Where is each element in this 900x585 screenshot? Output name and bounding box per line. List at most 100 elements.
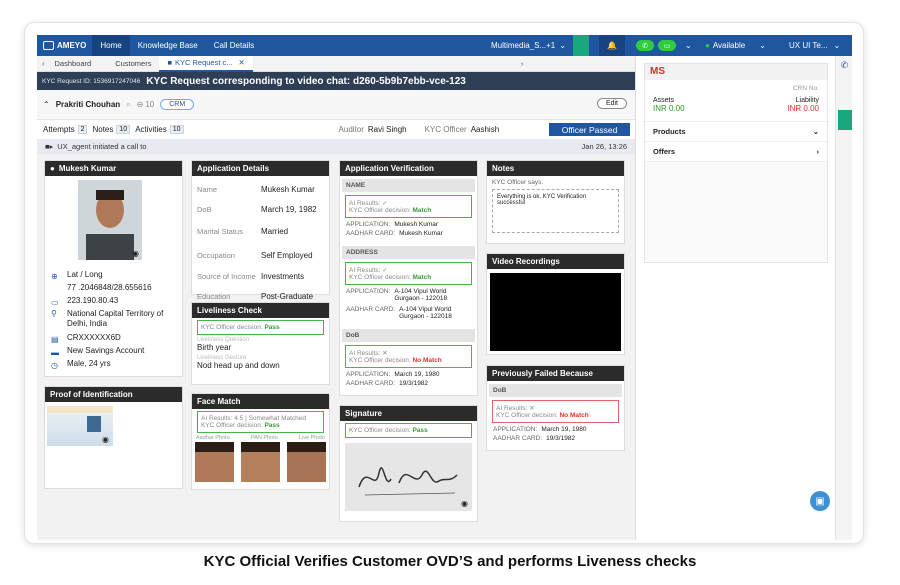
- failed-ai-result: AI Results: ✕: [496, 405, 535, 412]
- face-ai-result: AI Results: 4.5 | Somewhat Matched: [201, 415, 307, 422]
- document-icon: ▤: [51, 334, 59, 344]
- tab-back-icon[interactable]: ‹: [37, 59, 47, 68]
- aadhar-label: AADHAR CARD:: [493, 435, 543, 442]
- dob-result-box: AI Results: ✕ KYC Officer decision: No Ma…: [345, 345, 472, 368]
- chat-bubble-icon[interactable]: ▣: [810, 491, 830, 511]
- video-player[interactable]: [490, 273, 621, 351]
- officer-name: Aashish: [470, 125, 500, 134]
- crm-button[interactable]: CRM: [160, 99, 195, 110]
- aadhar-label: AADHAR CARD:: [346, 380, 396, 387]
- availability-label: Available: [712, 41, 746, 50]
- signature-card: Signature KYC Officer decision: Pass ◉: [339, 405, 478, 522]
- video-title: Video Recordings: [487, 254, 624, 269]
- chat-icon[interactable]: ▭: [658, 40, 676, 51]
- decision-value: Match: [412, 274, 432, 281]
- chevron-down-icon: ⌄: [812, 127, 819, 136]
- app-income-value: Investments: [261, 271, 305, 281]
- page-caption: KYC Official Verifies Customer OVD’S and…: [203, 553, 697, 570]
- tab-bar: ‹ Dashboard Customers ■ KYC Request c... ✕…: [37, 55, 635, 72]
- aadhar-photo[interactable]: [195, 442, 234, 482]
- edit-button[interactable]: Edit: [596, 98, 627, 109]
- chevron-down-icon[interactable]: ⌄: [685, 35, 692, 56]
- decision-value: No Match: [412, 357, 442, 364]
- brand-name: AMEYO: [57, 41, 87, 50]
- location-row: ⚲ National Capital Territory of Delhi, In…: [51, 309, 182, 329]
- address-result-box: AI Results: ✓ KYC Officer decision: Match: [345, 262, 472, 285]
- log-time: Jan 26, 13:26: [581, 142, 627, 151]
- attempts-label: Attempts: [43, 125, 75, 134]
- top-navbar: AMEYO Home Knowledge Base Call Details M…: [37, 35, 852, 56]
- aadhar-label: AADHAR CARD:: [346, 230, 396, 237]
- decision-value: Pass: [264, 422, 280, 429]
- side-tab-indicator[interactable]: [838, 110, 852, 130]
- request-title: KYC Request corresponding to video chat:…: [146, 75, 466, 87]
- nav-call-details[interactable]: Call Details: [206, 35, 262, 56]
- id-card-image[interactable]: ◉: [47, 406, 113, 446]
- profile-photo[interactable]: ◉: [78, 180, 142, 260]
- clock-icon: ◷: [51, 360, 58, 370]
- search-icon[interactable]: ⌕: [126, 100, 130, 110]
- notes-card: Notes KYC Officer says: Everything is ok…: [486, 160, 625, 244]
- account-row: ▤ CRXXXXXX6D: [51, 331, 182, 344]
- user-icon: ●: [50, 164, 55, 173]
- crm-widget: MS CRN No. Assets INR 0.00 Liability INR 0…: [644, 63, 828, 263]
- liveliness-card: Liveliness Check KYC Officer decision: P…: [191, 302, 330, 385]
- main-content: ● Mukesh Kumar ◉ ⊕ Lat / Long 77 .2046848/…: [37, 154, 635, 540]
- tab-forward-icon[interactable]: ›: [513, 59, 532, 68]
- tab-kyc-request[interactable]: ■ KYC Request c... ✕: [159, 55, 253, 72]
- app-label: APPLICATION:: [493, 426, 538, 433]
- collapse-icon[interactable]: ⌃: [43, 100, 50, 109]
- eye-icon[interactable]: ◉: [461, 499, 468, 508]
- liveliness-gesture: Nod head up and down: [197, 361, 280, 370]
- offers-row[interactable]: Offers ›: [645, 141, 827, 161]
- liability-label: Liability: [795, 97, 819, 104]
- signature-image[interactable]: ◉: [345, 443, 472, 511]
- account-number: CRXXXXXX6D: [67, 333, 121, 342]
- tab-dashboard[interactable]: Dashboard: [47, 59, 100, 68]
- liveliness-title: Liveliness Check: [192, 303, 329, 318]
- app-education-label: Education: [197, 291, 231, 301]
- products-row[interactable]: Products ⌄: [645, 121, 827, 141]
- logo-icon: [43, 41, 54, 50]
- availability-dropdown[interactable]: ● Available ⌄: [705, 35, 766, 56]
- liveliness-question: Birth year: [197, 343, 232, 352]
- computer-icon: ▭: [51, 297, 59, 307]
- decision-label: KYC Officer decision:: [349, 274, 411, 281]
- failed-title: Previously Failed Because: [487, 366, 624, 381]
- app-occupation-label: Occupation: [197, 250, 235, 260]
- dob-aadhar-value: 19/3/1982: [399, 380, 429, 387]
- close-icon[interactable]: ✕: [233, 58, 245, 67]
- chevron-down-icon: ⌄: [759, 41, 766, 50]
- nav-home[interactable]: Home: [92, 35, 130, 56]
- phone-icon[interactable]: ✆: [636, 40, 654, 51]
- address-ai-result: AI Results: ✓: [349, 267, 388, 274]
- bell-icon[interactable]: 🔔: [599, 35, 625, 56]
- screenshot-frame: AMEYO Home Knowledge Base Call Details M…: [24, 22, 864, 544]
- auditor-label: Auditor: [338, 125, 364, 134]
- assets-value: INR 0.00: [653, 104, 685, 113]
- app-income-label: Source of Income: [197, 271, 256, 281]
- decision-value: No Match: [559, 412, 589, 419]
- eye-icon[interactable]: ◉: [132, 249, 139, 258]
- notes-title: Notes: [487, 161, 624, 176]
- assets-label: Assets: [653, 97, 675, 104]
- name-result-box: AI Results: ✓ KYC Officer decision: Match: [345, 195, 472, 218]
- phone-icon[interactable]: ✆: [836, 60, 852, 71]
- eye-icon[interactable]: ◉: [102, 435, 109, 444]
- activity-log: ■▸ UX_agent initiated a call to Jan 26, …: [37, 139, 635, 154]
- user-menu[interactable]: UX UI Te... ⌄: [789, 35, 840, 56]
- verification-title: Application Verification: [340, 161, 477, 176]
- app-dob-label: DoB: [197, 204, 212, 214]
- pan-photo[interactable]: [241, 442, 280, 482]
- multimedia-label: Multimedia_S...+1: [491, 41, 556, 50]
- notes-text-area[interactable]: Everything is ok. KYC Verification succe…: [492, 189, 619, 233]
- live-photo[interactable]: [287, 442, 326, 482]
- multimedia-dropdown[interactable]: Multimedia_S...+1 ⌄: [491, 35, 566, 56]
- profile-card: ● Mukesh Kumar ◉ ⊕ Lat / Long 77 .2046848/…: [44, 160, 183, 377]
- tab-customers[interactable]: Customers: [107, 59, 159, 68]
- card-icon: ▬: [51, 347, 59, 357]
- name-app-value: Mukesh Kumar: [394, 221, 439, 228]
- nav-knowledge-base[interactable]: Knowledge Base: [130, 35, 206, 56]
- brand-logo: AMEYO: [43, 41, 86, 50]
- live-photo-label: Live Photo: [298, 435, 325, 441]
